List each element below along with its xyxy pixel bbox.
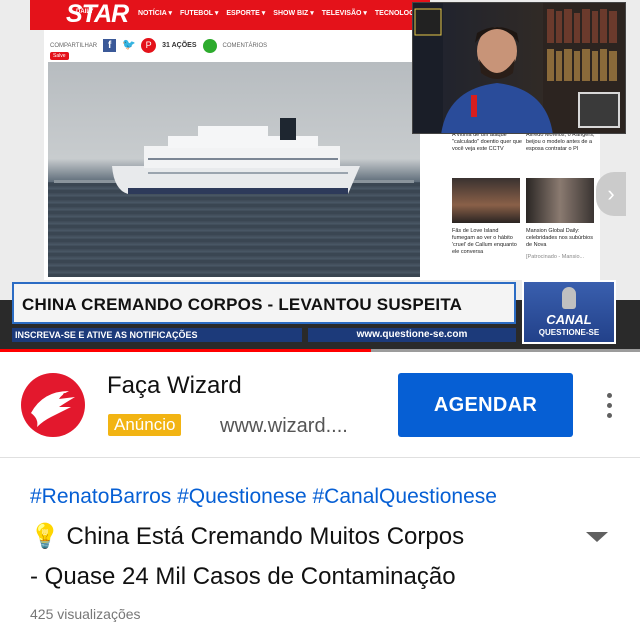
nav-item: FUTEBOL ▾ [179, 10, 219, 17]
nav-item: NOTÍCIA ▾ [138, 10, 172, 17]
related-text: A vítima de um ataque "calculado" doenti… [452, 132, 522, 152]
related-thumbnail [452, 178, 520, 223]
video-title-line-2[interactable]: - Quase 24 Mil Casos de Contaminação [30, 563, 456, 591]
twitter-icon: 🐦 [122, 39, 136, 51]
comments-icon [202, 38, 217, 53]
site-nav-items: NOTÍCIA ▾ FUTEBOL ▾ ESPORTE ▾ SHOW BIZ ▾… [138, 9, 427, 17]
ad-card[interactable]: Faça Wizard Anúncio www.wizard.... AGEND… [0, 352, 640, 458]
site-related-articles: A vítima de um ataque "calculado" doenti… [424, 130, 600, 280]
site-logo: DAILY STAR [66, 0, 129, 28]
related-text: Fãs de Love Island fumegam ao ver o hábi… [452, 228, 517, 255]
channel-logo-line1: CANAL [546, 312, 592, 327]
facebook-icon: f [103, 39, 117, 52]
video-title-line-1[interactable]: 💡 China Está Cremando Muitos Corpos [30, 522, 464, 551]
pinterest-icon: P [141, 38, 157, 53]
related-text: Mansion Global Daily: celebridades nos s… [526, 228, 593, 248]
more-vert-icon[interactable] [600, 390, 618, 420]
share-label: COMPARTILHAR [50, 42, 98, 49]
headline-box: CHINA CREMANDO CORPOS - LEVANTOU SUSPEIT… [12, 282, 516, 324]
microphone-icon [562, 287, 576, 309]
channel-logo: CANAL QUESTIONE-SE [522, 280, 616, 344]
sponsored-label: [Patrocinado - Mansio... [526, 254, 585, 260]
nav-item: TELEVISÃO ▾ [321, 10, 367, 17]
comments-label: COMENTÁRIOS [222, 42, 268, 49]
video-overlay-banner: CHINA CREMANDO CORPOS - LEVANTOU SUSPEIT… [12, 278, 516, 344]
cruise-ship-photo [48, 62, 420, 277]
share-bar: COMPARTILHAR Salve f 🐦 P 31 AÇÕES COMENT… [50, 38, 268, 60]
presenter-image [413, 3, 625, 133]
ad-url[interactable]: www.wizard.... [220, 415, 348, 438]
channel-logo-line2: QUESTIONE-SE [538, 328, 600, 337]
site-article: COMPARTILHAR Salve f 🐦 P 31 AÇÕES COMENT… [44, 30, 424, 280]
overlay-headline: CHINA CREMANDO CORPOS - LEVANTOU SUSPEIT… [22, 295, 463, 314]
shares-count: 31 AÇÕES [162, 42, 197, 49]
video-hashtags[interactable]: #RenatoBarros #Questionese #CanalQuestio… [30, 485, 497, 509]
save-badge: Salve [50, 51, 69, 60]
nav-item: ESPORTE ▾ [226, 10, 266, 17]
ad-badge: Anúncio [108, 414, 182, 436]
presenter-webcam [412, 2, 626, 134]
chevron-right-icon: › [596, 172, 626, 216]
eagle-icon [31, 391, 75, 427]
ad-title[interactable]: Faça Wizard [107, 372, 242, 400]
video-player[interactable]: DAILY STAR NOTÍCIA ▾ FUTEBOL ▾ ESPORTE ▾… [0, 0, 640, 352]
expand-chevron-down-icon[interactable] [584, 528, 610, 546]
wizard-eagle-logo [21, 373, 85, 437]
overlay-url: www.questione-se.com [308, 328, 516, 342]
view-count: 425 visualizações [30, 606, 141, 622]
agendar-button[interactable]: AGENDAR [398, 373, 573, 437]
subscribe-banner: INSCREVA-SE E ATIVE AS NOTIFICAÇÕES [12, 328, 302, 342]
site-nav-bar: DAILY STAR NOTÍCIA ▾ FUTEBOL ▾ ESPORTE ▾… [30, 0, 430, 30]
cruise-ship-image [54, 118, 414, 194]
nav-item: SHOW BIZ ▾ [273, 10, 314, 17]
related-text: Alfredo Morelos, o Rangers, beijou o mod… [526, 132, 595, 152]
related-thumbnail [526, 178, 594, 223]
